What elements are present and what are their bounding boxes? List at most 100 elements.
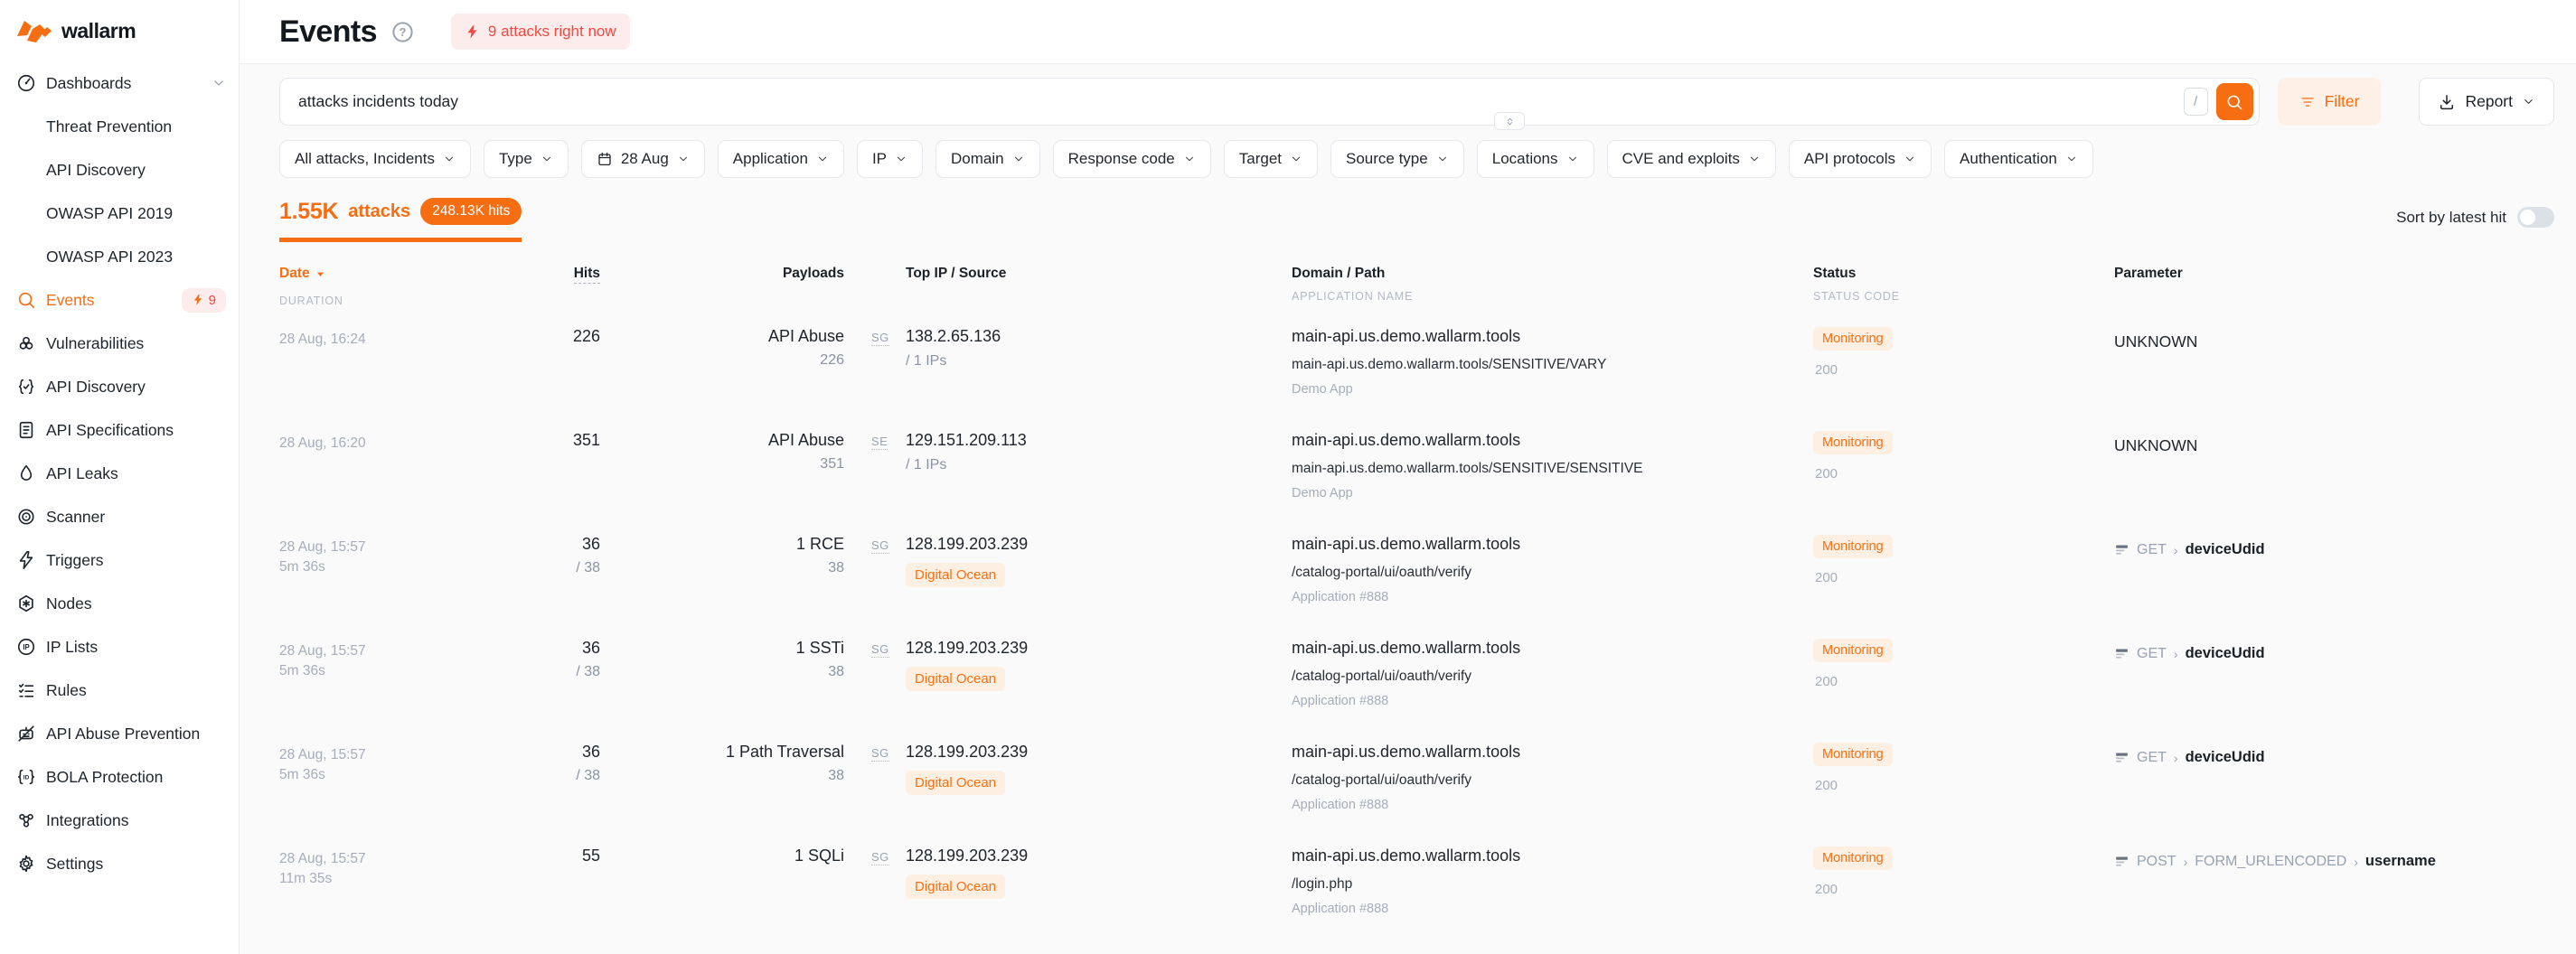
sidebar-item-dashboards[interactable]: Dashboards	[0, 61, 239, 105]
source-ip[interactable]: 129.151.209.113	[906, 431, 1027, 450]
sidebar-item-nodes[interactable]: Nodes	[0, 582, 239, 625]
path[interactable]: main-api.us.demo.wallarm.tools/SENSITIVE…	[1292, 357, 1802, 373]
status-badge[interactable]: Monitoring	[1813, 639, 1893, 662]
filter-chip-response-code[interactable]: Response code	[1053, 140, 1211, 178]
sidebar-item-bola-protection[interactable]: IDBOLA Protection	[0, 755, 239, 799]
table-row[interactable]: 28 Aug, 15:575m 36s36/ 381 Path Traversa…	[279, 739, 2554, 843]
cell-payload[interactable]: 1 RCE38	[600, 535, 844, 635]
cell-date: 28 Aug, 15:5711m 35s	[279, 846, 505, 947]
status-badge[interactable]: Monitoring	[1813, 743, 1893, 766]
sidebar-item-api-abuse-prevention[interactable]: API Abuse Prevention	[0, 712, 239, 755]
domain[interactable]: main-api.us.demo.wallarm.tools	[1292, 431, 1802, 450]
sidebar-item-api-specifications[interactable]: API Specifications	[0, 408, 239, 452]
help-icon[interactable]: ?	[390, 20, 415, 44]
status-badge[interactable]: Monitoring	[1813, 327, 1893, 351]
filter-button-label: Filter	[2325, 92, 2360, 111]
report-button[interactable]: Report	[2419, 78, 2554, 126]
table-row[interactable]: 28 Aug, 16:24226API Abuse226SG138.2.65.1…	[279, 323, 2554, 427]
country-code[interactable]: SG	[871, 850, 898, 864]
sidebar-item-api-leaks[interactable]: API Leaks	[0, 452, 239, 495]
status-badge[interactable]: Monitoring	[1813, 846, 1893, 870]
sidebar-item-api-discovery[interactable]: API Discovery	[0, 148, 239, 192]
source-ip[interactable]: 128.199.203.239	[906, 535, 1028, 554]
expand-filters-button[interactable]	[1494, 112, 1525, 130]
path[interactable]: /catalog-portal/ui/oauth/verify	[1292, 565, 1802, 581]
cell-payload[interactable]: 1 Path Traversal38	[600, 743, 844, 843]
country-code[interactable]: SG	[871, 746, 898, 760]
sort-label: Sort by latest hit	[2396, 209, 2506, 227]
table-row[interactable]: 28 Aug, 16:20351API Abuse351SE129.151.20…	[279, 427, 2554, 531]
svg-text:IP: IP	[23, 643, 29, 651]
source-ip[interactable]: 128.199.203.239	[906, 743, 1028, 762]
filter-chip-application[interactable]: Application	[718, 140, 844, 178]
country-code[interactable]: SG	[871, 642, 898, 656]
attacks-now-badge[interactable]: 9 attacks right now	[451, 14, 630, 50]
country-code[interactable]: SE	[871, 435, 898, 448]
domain[interactable]: main-api.us.demo.wallarm.tools	[1292, 743, 1802, 762]
filter-chip-domain[interactable]: Domain	[935, 140, 1040, 178]
country-code[interactable]: SG	[871, 538, 898, 552]
cell-payload[interactable]: 1 SQLi	[600, 846, 844, 947]
domain[interactable]: main-api.us.demo.wallarm.tools	[1292, 639, 1802, 658]
sidebar-item-triggers[interactable]: Triggers	[0, 538, 239, 582]
filter-chip-28-aug[interactable]: 28 Aug	[581, 140, 705, 178]
status-badge[interactable]: Monitoring	[1813, 535, 1893, 558]
filter-chip-ip[interactable]: IP	[857, 140, 923, 178]
path[interactable]: /catalog-portal/ui/oauth/verify	[1292, 669, 1802, 685]
table-row[interactable]: 28 Aug, 15:575m 36s36/ 381 RCE38SG128.19…	[279, 531, 2554, 635]
source-ip[interactable]: 128.199.203.239	[906, 846, 1028, 865]
filter-chip-type[interactable]: Type	[484, 140, 569, 178]
cell-payload[interactable]: API Abuse351	[600, 431, 844, 531]
attacks-tab[interactable]: 1.55K attacks 248.13K hits	[279, 198, 522, 242]
parameter-segment: UNKNOWN	[2114, 436, 2197, 455]
column-header-hits[interactable]: Hits	[505, 266, 600, 307]
country-code[interactable]: SG	[871, 331, 898, 344]
cell-payload[interactable]: API Abuse226	[600, 327, 844, 427]
filter-chip-api-protocols[interactable]: API protocols	[1789, 140, 1932, 178]
filter-chip-locations[interactable]: Locations	[1477, 140, 1594, 178]
filter-chip-authentication[interactable]: Authentication	[1944, 140, 2093, 178]
domain[interactable]: main-api.us.demo.wallarm.tools	[1292, 846, 1802, 865]
path[interactable]: /catalog-portal/ui/oauth/verify	[1292, 772, 1802, 789]
cell-parameter: UNKNOWN	[2101, 327, 2554, 354]
sort-toggle[interactable]	[2517, 207, 2554, 228]
sidebar-item-owasp-api-2023[interactable]: OWASP API 2023	[0, 235, 239, 278]
cell-hits: 351	[505, 431, 600, 531]
sidebar-item-api-discovery[interactable]: API Discovery	[0, 365, 239, 408]
filter-chip-source-type[interactable]: Source type	[1330, 140, 1464, 178]
cell-payload[interactable]: 1 SSTi38	[600, 639, 844, 739]
search-input[interactable]	[298, 92, 2184, 111]
filter-chip-label: Authentication	[1960, 150, 2057, 168]
cell-date: 28 Aug, 16:24	[279, 327, 505, 427]
source-provider-tag[interactable]: Digital Ocean	[906, 563, 1005, 587]
table-row[interactable]: 28 Aug, 15:5711m 35s551 SQLiSG128.199.20…	[279, 843, 2554, 947]
source-ip[interactable]: 138.2.65.136	[906, 327, 1001, 346]
source-provider-tag[interactable]: Digital Ocean	[906, 874, 1005, 899]
path[interactable]: /login.php	[1292, 876, 1802, 893]
source-provider-tag[interactable]: Digital Ocean	[906, 667, 1005, 691]
sidebar-item-scanner[interactable]: Scanner	[0, 495, 239, 538]
filter-chip-all-attacks-incidents[interactable]: All attacks, Incidents	[279, 140, 471, 178]
table-body: 28 Aug, 16:24226API Abuse226SG138.2.65.1…	[279, 323, 2554, 947]
sidebar-item-settings[interactable]: Settings	[0, 842, 239, 885]
source-ip[interactable]: 128.199.203.239	[906, 639, 1028, 658]
filter-chip-cve-and-exploits[interactable]: CVE and exploits	[1607, 140, 1776, 178]
filter-button[interactable]: Filter	[2278, 78, 2382, 126]
path[interactable]: main-api.us.demo.wallarm.tools/SENSITIVE…	[1292, 461, 1802, 477]
search-button[interactable]	[2216, 83, 2253, 120]
column-header-date[interactable]: Date DURATION	[279, 266, 505, 307]
sidebar-item-vulnerabilities[interactable]: Vulnerabilities	[0, 322, 239, 365]
sidebar-item-events[interactable]: Events9	[0, 278, 239, 322]
sidebar-item-threat-prevention[interactable]: Threat Prevention	[0, 105, 239, 148]
domain[interactable]: main-api.us.demo.wallarm.tools	[1292, 327, 1802, 346]
table-row[interactable]: 28 Aug, 15:575m 36s36/ 381 SSTi38SG128.1…	[279, 635, 2554, 739]
sidebar-item-owasp-api-2019[interactable]: OWASP API 2019	[0, 192, 239, 235]
domain[interactable]: main-api.us.demo.wallarm.tools	[1292, 535, 1802, 554]
sidebar-item-rules[interactable]: Rules	[0, 669, 239, 712]
sidebar-item-integrations[interactable]: Integrations	[0, 799, 239, 842]
sidebar-item-ip-lists[interactable]: IPIP Lists	[0, 625, 239, 669]
wallarm-logo[interactable]: wallarm	[0, 0, 239, 47]
source-provider-tag[interactable]: Digital Ocean	[906, 771, 1005, 795]
filter-chip-target[interactable]: Target	[1224, 140, 1318, 178]
status-badge[interactable]: Monitoring	[1813, 431, 1893, 454]
